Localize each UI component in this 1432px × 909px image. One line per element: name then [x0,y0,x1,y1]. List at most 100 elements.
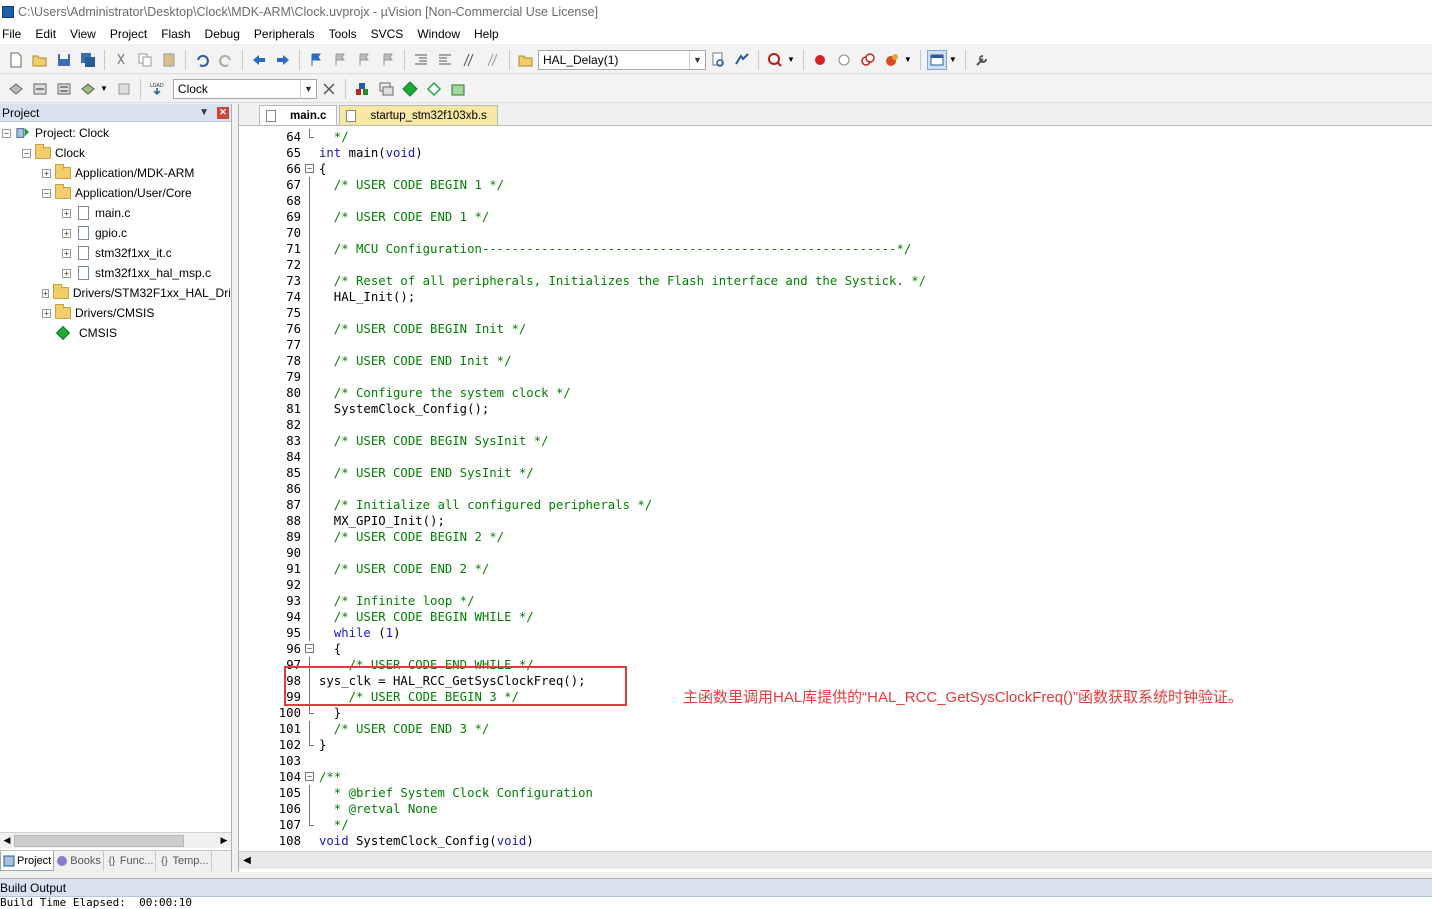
expand-icon[interactable]: + [42,288,49,298]
tab-project[interactable]: Project [0,851,55,871]
expand-icon[interactable]: + [62,248,71,258]
expand-icon[interactable]: + [62,228,71,238]
menu-view[interactable]: View [70,27,96,41]
code-line[interactable]: 72 [239,257,1432,273]
code-line[interactable]: 94 /* USER CODE BEGIN WHILE */ [239,609,1432,625]
code-line[interactable]: 107 */ [239,817,1432,833]
clear-bookmarks-icon[interactable] [378,50,398,70]
menu-help[interactable]: Help [474,27,499,41]
breakpoint-icon[interactable] [810,50,830,70]
uncomment-icon[interactable] [483,50,503,70]
expand-icon[interactable]: + [62,208,71,218]
editor-horizontal-scrollbar[interactable]: ◀ [239,851,1432,869]
code-line[interactable]: 83 /* USER CODE BEGIN SysInit */ [239,433,1432,449]
tab-main-c[interactable]: main.c [259,105,338,125]
code-line[interactable]: 88 MX_GPIO_Init(); [239,513,1432,529]
indent-icon[interactable] [411,50,431,70]
collapse-icon[interactable]: − [42,188,51,198]
menu-file[interactable]: File [2,27,21,41]
code-line[interactable]: 106 * @retval None [239,801,1432,817]
code-line[interactable]: 82 [239,417,1432,433]
prev-bookmark-icon[interactable] [330,50,350,70]
code-line[interactable]: 90 [239,545,1432,561]
pin-icon[interactable]: ▼ [199,107,209,118]
tree-node-gpio-c[interactable]: + gpio.c [62,223,127,243]
code-line[interactable]: 85 /* USER CODE END SysInit */ [239,465,1432,481]
close-icon[interactable]: ✕ [217,106,229,119]
stop-build-icon[interactable] [114,79,134,99]
code-line[interactable]: 75 [239,305,1432,321]
code-line[interactable]: 73 /* Reset of all peripherals, Initiali… [239,273,1432,289]
tree-node-drivers-cmsis[interactable]: + Drivers/CMSIS [42,303,154,323]
kill-breakpoints-icon[interactable] [858,50,878,70]
undo-icon[interactable] [192,50,212,70]
menu-window[interactable]: Window [417,27,460,41]
target-options-icon[interactable] [319,79,339,99]
manage-components-icon[interactable] [376,79,396,99]
comment-icon[interactable] [459,50,479,70]
scroll-right-icon[interactable]: ▶ [217,834,231,848]
code-line[interactable]: 92 [239,577,1432,593]
tab-startup-s[interactable]: startup_stm32f103xb.s [339,105,498,125]
tree-node-clock[interactable]: − Clock [22,143,85,163]
code-line[interactable]: 84 [239,449,1432,465]
code-line[interactable]: 104−/** [239,769,1432,785]
collapse-icon[interactable]: − [22,148,31,158]
scroll-thumb[interactable] [14,834,217,848]
download-icon[interactable]: LOAD [147,79,167,99]
save-icon[interactable] [54,50,74,70]
tree-node-stm32f1xx-it-c[interactable]: + stm32f1xx_it.c [62,243,172,263]
chevron-down-icon[interactable]: ▼ [787,55,795,64]
fold-marker[interactable]: − [305,641,315,657]
chevron-down-icon[interactable]: ▼ [100,84,108,93]
menu-project[interactable]: Project [110,27,147,41]
code-line[interactable]: 76 /* USER CODE BEGIN Init */ [239,321,1432,337]
chevron-down-icon[interactable]: ▼ [689,50,705,69]
tab-templates[interactable]: {} Temp... [156,851,212,871]
window-layout-icon[interactable] [926,49,947,70]
code-line[interactable]: 77 [239,337,1432,353]
menu-flash[interactable]: Flash [161,27,190,41]
expand-icon[interactable]: + [62,268,71,278]
code-line[interactable]: 103 [239,753,1432,769]
code-line[interactable]: 101 /* USER CODE END 3 */ [239,721,1432,737]
code-line[interactable]: 97 /* USER CODE END WHILE */ [239,657,1432,673]
code-line[interactable]: 105 * @brief System Clock Configuration [239,785,1432,801]
file-extensions-icon[interactable] [352,79,372,99]
find-in-files-icon[interactable] [516,50,536,70]
menu-svcs[interactable]: SVCS [371,27,404,41]
code-line[interactable]: 91 /* USER CODE END 2 */ [239,561,1432,577]
paste-icon[interactable] [159,50,179,70]
open-file-icon[interactable] [30,50,50,70]
expand-icon[interactable]: + [42,168,51,178]
build-icon[interactable] [30,79,50,99]
rebuild-icon[interactable] [54,79,74,99]
code-line[interactable]: 108 void SystemClock_Config(void) [239,833,1432,849]
tab-books[interactable]: Books [54,851,104,871]
tree-node-stm32f1xx-hal-msp-c[interactable]: + stm32f1xx_hal_msp.c [62,263,211,283]
code-line[interactable]: 79 [239,369,1432,385]
batch-build-icon[interactable] [78,79,98,99]
unindent-icon[interactable] [435,50,455,70]
nav-forward-icon[interactable] [273,50,293,70]
pack-installer-icon[interactable] [424,79,444,99]
breakpoint-options-icon[interactable] [882,50,902,70]
code-line[interactable]: 87 /* Initialize all configured peripher… [239,497,1432,513]
redo-icon[interactable] [216,50,236,70]
code-line[interactable]: 95 while (1) [239,625,1432,641]
cut-icon[interactable] [111,50,131,70]
tab-functions[interactable]: {} Func... [104,851,157,871]
code-line[interactable]: 70 [239,225,1432,241]
fold-marker[interactable]: − [305,769,315,785]
code-line[interactable]: 71 /* MCU Configuration-----------------… [239,241,1432,257]
translate-icon[interactable] [6,79,26,99]
nav-back-icon[interactable] [249,50,269,70]
configure-icon[interactable] [972,50,992,70]
code-line[interactable]: 69 /* USER CODE END 1 */ [239,209,1432,225]
save-all-icon[interactable] [78,50,98,70]
code-line[interactable]: 102} [239,737,1432,753]
scroll-left-icon[interactable]: ◀ [0,834,14,848]
tree-horizontal-scrollbar[interactable]: ◀ ▶ [0,832,231,848]
chevron-down-icon[interactable]: ▼ [904,55,912,64]
tree-node-drivers-hal[interactable]: + Drivers/STM32F1xx_HAL_Driver [42,283,230,303]
